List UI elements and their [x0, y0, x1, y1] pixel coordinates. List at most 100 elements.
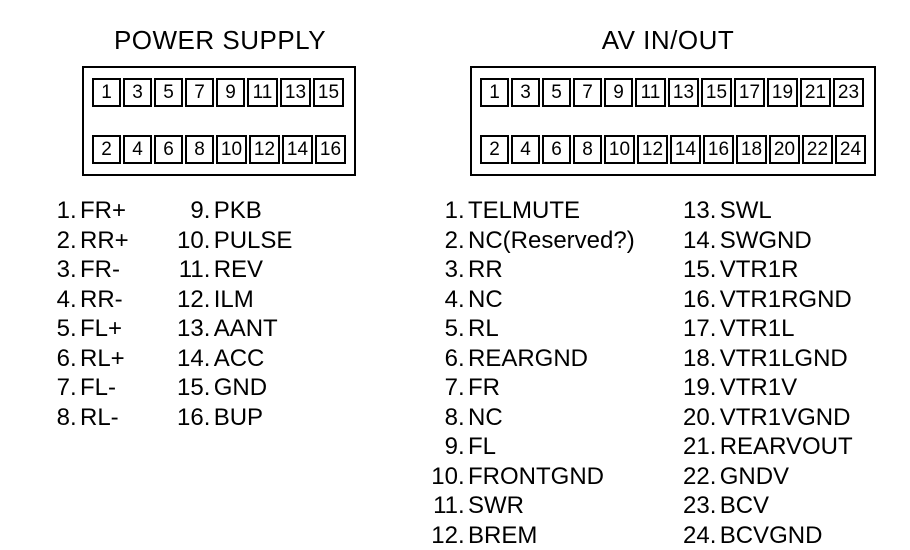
ps-pin: 4 [123, 135, 152, 164]
pin-number: 19 [670, 373, 710, 403]
pin-number: 5 [418, 314, 458, 344]
pin-label: RL- [80, 403, 119, 433]
pin-label: ACC [214, 344, 265, 374]
pin-number: 3 [418, 255, 458, 285]
pin-number: 13 [164, 314, 204, 344]
dot: . [70, 344, 80, 374]
dot: . [458, 462, 468, 492]
pin-label: AANT [214, 314, 278, 344]
av-pin: 10 [604, 135, 635, 164]
ps-pin: 14 [282, 135, 313, 164]
ps-pin: 2 [92, 135, 121, 164]
av-pin: 17 [734, 78, 765, 107]
dot: . [204, 255, 214, 285]
av-item: 10. FRONTGND [418, 462, 635, 492]
av-pin: 8 [573, 135, 602, 164]
av-item: 5. RL [418, 314, 635, 344]
pin-label: FRONTGND [468, 462, 604, 492]
ps-item: 7. FL- [30, 373, 129, 403]
ps-item: 15. GND [164, 373, 293, 403]
pin-label: RR+ [80, 226, 129, 256]
dot: . [70, 314, 80, 344]
ps-pin: 8 [185, 135, 214, 164]
ps-item: 16. BUP [164, 403, 293, 433]
power-supply-list-b: 9. PKB10. PULSE11. REV12. ILM13. AANT14.… [164, 196, 293, 432]
av-bottom-row: 24681012141618202224 [480, 135, 866, 164]
ps-pin: 16 [315, 135, 346, 164]
pin-label: PKB [214, 196, 262, 226]
power-supply-lists: 1. FR+2. RR+3. FR-4. RR-5. FL+6. RL+7. F… [60, 196, 430, 432]
pin-label: VTR1V [720, 373, 797, 403]
av-item: 8. NC [418, 403, 635, 433]
dot: . [458, 403, 468, 433]
power-supply-bottom-row: 246810121416 [92, 135, 346, 164]
av-item: 15. VTR1R [670, 255, 853, 285]
dot: . [710, 255, 720, 285]
av-pin: 7 [573, 78, 602, 107]
ps-pin: 6 [154, 135, 183, 164]
pin-label: NC [468, 403, 503, 433]
pin-label: RL+ [80, 344, 125, 374]
av-item: 1. TELMUTE [418, 196, 635, 226]
dot: . [458, 314, 468, 344]
dot: . [70, 373, 80, 403]
pin-label: BCVGND [720, 521, 823, 550]
ps-item: 13. AANT [164, 314, 293, 344]
ps-pin: 15 [313, 78, 344, 107]
pin-number: 16 [670, 285, 710, 315]
pin-label: FL+ [80, 314, 122, 344]
av-block: AV IN/OUT 1357911131517192123 2468101214… [438, 25, 898, 550]
pin-number: 18 [670, 344, 710, 374]
dot: . [70, 255, 80, 285]
av-item: 6. REARGND [418, 344, 635, 374]
pin-number: 14 [670, 226, 710, 256]
pin-label: RR [468, 255, 503, 285]
pin-number: 21 [670, 432, 710, 462]
av-item: 19. VTR1V [670, 373, 853, 403]
pin-label: VTR1LGND [720, 344, 848, 374]
dot: . [710, 521, 720, 550]
pin-label: FR- [80, 255, 120, 285]
pin-label: VTR1VGND [720, 403, 851, 433]
pin-label: VTR1R [720, 255, 799, 285]
ps-pin: 12 [249, 135, 280, 164]
ps-item: 1. FR+ [30, 196, 129, 226]
pin-label: REARGND [468, 344, 588, 374]
dot: . [710, 403, 720, 433]
pin-number: 14 [164, 344, 204, 374]
power-supply-top-row: 13579111315 [92, 78, 346, 107]
av-pin: 24 [835, 135, 866, 164]
pin-number: 1 [30, 196, 70, 226]
av-pin: 16 [703, 135, 734, 164]
av-pin: 15 [701, 78, 732, 107]
pin-number: 6 [30, 344, 70, 374]
pin-label: VTR1RGND [720, 285, 852, 315]
av-title: AV IN/OUT [458, 25, 878, 56]
ps-item: 12. ILM [164, 285, 293, 315]
pin-label: RL [468, 314, 499, 344]
av-item: 2. NC(Reserved?) [418, 226, 635, 256]
ps-item: 3. FR- [30, 255, 129, 285]
av-item: 11. SWR [418, 491, 635, 521]
ps-item: 9. PKB [164, 196, 293, 226]
ps-item: 4. RR- [30, 285, 129, 315]
pin-label: GNDV [720, 462, 789, 492]
power-supply-connector: 13579111315 246810121416 [82, 66, 356, 176]
pin-number: 24 [670, 521, 710, 550]
pin-label: ILM [214, 285, 254, 315]
pin-number: 11 [418, 491, 458, 521]
dot: . [458, 521, 468, 550]
pin-number: 6 [418, 344, 458, 374]
pin-number: 3 [30, 255, 70, 285]
pin-label: PULSE [214, 226, 293, 256]
pin-number: 2 [418, 226, 458, 256]
dot: . [458, 373, 468, 403]
pin-number: 15 [164, 373, 204, 403]
pin-label: SWR [468, 491, 524, 521]
pin-number: 9 [164, 196, 204, 226]
av-pin: 6 [542, 135, 571, 164]
pin-number: 12 [418, 521, 458, 550]
dot: . [710, 432, 720, 462]
ps-item: 14. ACC [164, 344, 293, 374]
pin-number: 7 [30, 373, 70, 403]
